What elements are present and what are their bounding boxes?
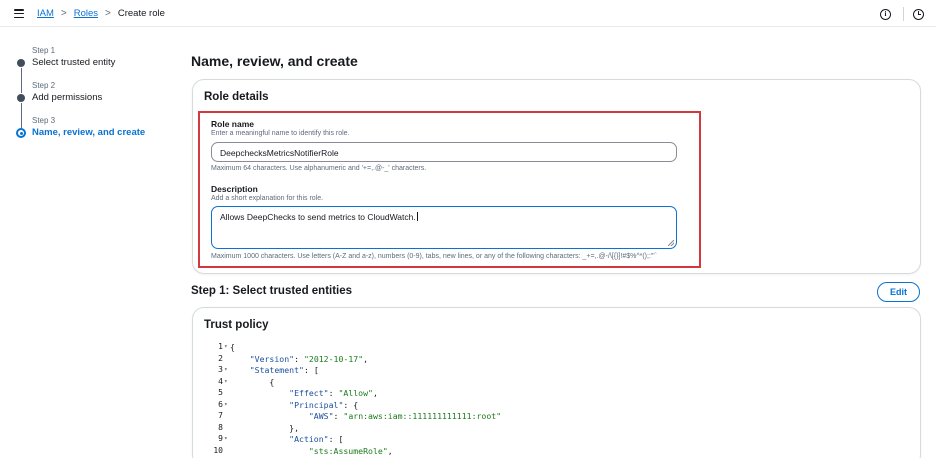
role-details-title: Role details xyxy=(204,91,269,103)
breadcrumb-iam-link[interactable]: IAM xyxy=(37,8,54,19)
highlight-box: Role name Enter a meaningful name to ide… xyxy=(198,111,701,268)
code-line: 9 ▾ "Action": [ xyxy=(193,433,920,445)
description-label: Description xyxy=(211,184,258,194)
breadcrumb-roles-link[interactable]: Roles xyxy=(74,8,98,19)
code-text: "sts:AssumeRole", xyxy=(308,445,393,456)
step-dot-icon xyxy=(17,59,25,67)
role-name-constraint: Maximum 64 characters. Use alphanumeric … xyxy=(211,165,427,172)
code-text: "Action": [ xyxy=(289,434,344,444)
code-line: 8 }, xyxy=(193,422,920,434)
clock-icon[interactable] xyxy=(913,8,924,20)
line-number: 4 xyxy=(218,376,223,386)
fold-toggle-icon[interactable]: ▾ xyxy=(224,399,228,411)
top-navigation-bar: IAM > Roles > Create role i xyxy=(0,0,936,27)
menu-icon[interactable] xyxy=(14,9,24,18)
code-line: 3 ▾ "Statement": [ xyxy=(193,364,920,376)
code-text: }, xyxy=(230,422,300,433)
role-name-hint: Enter a meaningful name to identify this… xyxy=(211,130,350,137)
text-cursor xyxy=(416,212,418,221)
trust-policy-title: Trust policy xyxy=(204,319,269,331)
step-3-current: Name, review, and create xyxy=(32,127,146,138)
info-icon[interactable]: i xyxy=(880,8,891,20)
step-1-link[interactable]: Select trusted entity xyxy=(32,57,115,68)
fold-toggle-icon[interactable]: ▾ xyxy=(224,376,228,388)
step-2-link[interactable]: Add permissions xyxy=(32,92,102,103)
fold-toggle-icon[interactable]: ▾ xyxy=(224,433,228,445)
code-text: "Principal": { xyxy=(289,399,359,410)
description-textarea[interactable]: Allows DeepChecks to send metrics to Clo… xyxy=(211,206,677,249)
role-name-label: Role name xyxy=(211,119,254,129)
wizard-steps: Step 1 Select trusted entity Step 2 Add … xyxy=(16,46,166,151)
description-hint: Add a short explanation for this role. xyxy=(211,195,324,202)
code-line: 1 ▾{ xyxy=(193,341,920,353)
line-number: 7 xyxy=(218,411,223,420)
code-line: 2 "Version": "2012-10-17", xyxy=(193,353,920,365)
step-current-icon xyxy=(16,128,26,138)
line-number: 8 xyxy=(218,422,223,432)
code-text: "AWS": "arn:aws:iam::111111111111:root" xyxy=(308,411,502,421)
page-title: Name, review, and create xyxy=(191,53,358,69)
code-text: { xyxy=(230,342,235,352)
code-text: "Statement": [ xyxy=(249,365,319,375)
description-constraint: Maximum 1000 characters. Use letters (A-… xyxy=(211,253,658,260)
line-number: 2 xyxy=(218,353,223,363)
step-1: Step 1 Select trusted entity xyxy=(16,46,166,93)
trust-policy-card: Trust policy 1 ▾{2 "Version": "2012-10-17… xyxy=(192,307,921,458)
step-dot-icon xyxy=(17,94,25,102)
divider xyxy=(903,7,904,21)
step-3: Step 3 Name, review, and create xyxy=(16,116,166,151)
line-number: 10 xyxy=(213,445,223,455)
breadcrumb-current: Create role xyxy=(117,8,165,19)
fold-toggle-icon[interactable]: ▾ xyxy=(224,364,228,376)
step-label: Step 1 xyxy=(32,46,56,55)
line-number: 3 xyxy=(218,365,223,374)
line-number: 6 xyxy=(218,399,223,409)
step-1-section-title: Step 1: Select trusted entities xyxy=(191,285,353,297)
description-value: Allows DeepChecks to send metrics to Clo… xyxy=(220,212,416,222)
step-label: Step 3 xyxy=(32,116,56,125)
step-label: Step 2 xyxy=(32,81,56,90)
code-line: 10 "sts:AssumeRole", xyxy=(193,445,920,457)
top-icons: i xyxy=(880,7,924,21)
role-name-input[interactable]: DeepchecksMetricsNotifierRole xyxy=(211,142,677,162)
breadcrumb-separator-icon: > xyxy=(105,8,111,19)
line-number: 9 xyxy=(218,434,223,443)
code-text: "Effect": "Allow", xyxy=(289,388,378,398)
trust-policy-editor[interactable]: 1 ▾{2 "Version": "2012-10-17", 3 ▾ "Stateme… xyxy=(193,341,920,458)
role-details-card: Role details Role name Enter a meaningfu… xyxy=(192,79,921,274)
fold-toggle-icon[interactable]: ▾ xyxy=(224,341,228,353)
step-2: Step 2 Add permissions xyxy=(16,81,166,128)
code-line: 4 ▾ { xyxy=(193,376,920,388)
code-line: 6 ▾ "Principal": { xyxy=(193,399,920,411)
line-number: 1 xyxy=(218,342,223,351)
breadcrumb-separator-icon: > xyxy=(60,8,67,19)
line-number: 5 xyxy=(218,388,223,397)
code-line: 5 "Effect": "Allow", xyxy=(193,387,920,399)
edit-button[interactable]: Edit xyxy=(877,282,920,302)
code-line: 7 "AWS": "arn:aws:iam::111111111111:root… xyxy=(193,410,920,422)
resize-handle-icon[interactable] xyxy=(668,240,674,246)
code-text: { xyxy=(230,376,275,387)
code-text: "Version": "2012-10-17", xyxy=(249,353,369,364)
breadcrumb: IAM > Roles > Create role xyxy=(37,8,165,19)
